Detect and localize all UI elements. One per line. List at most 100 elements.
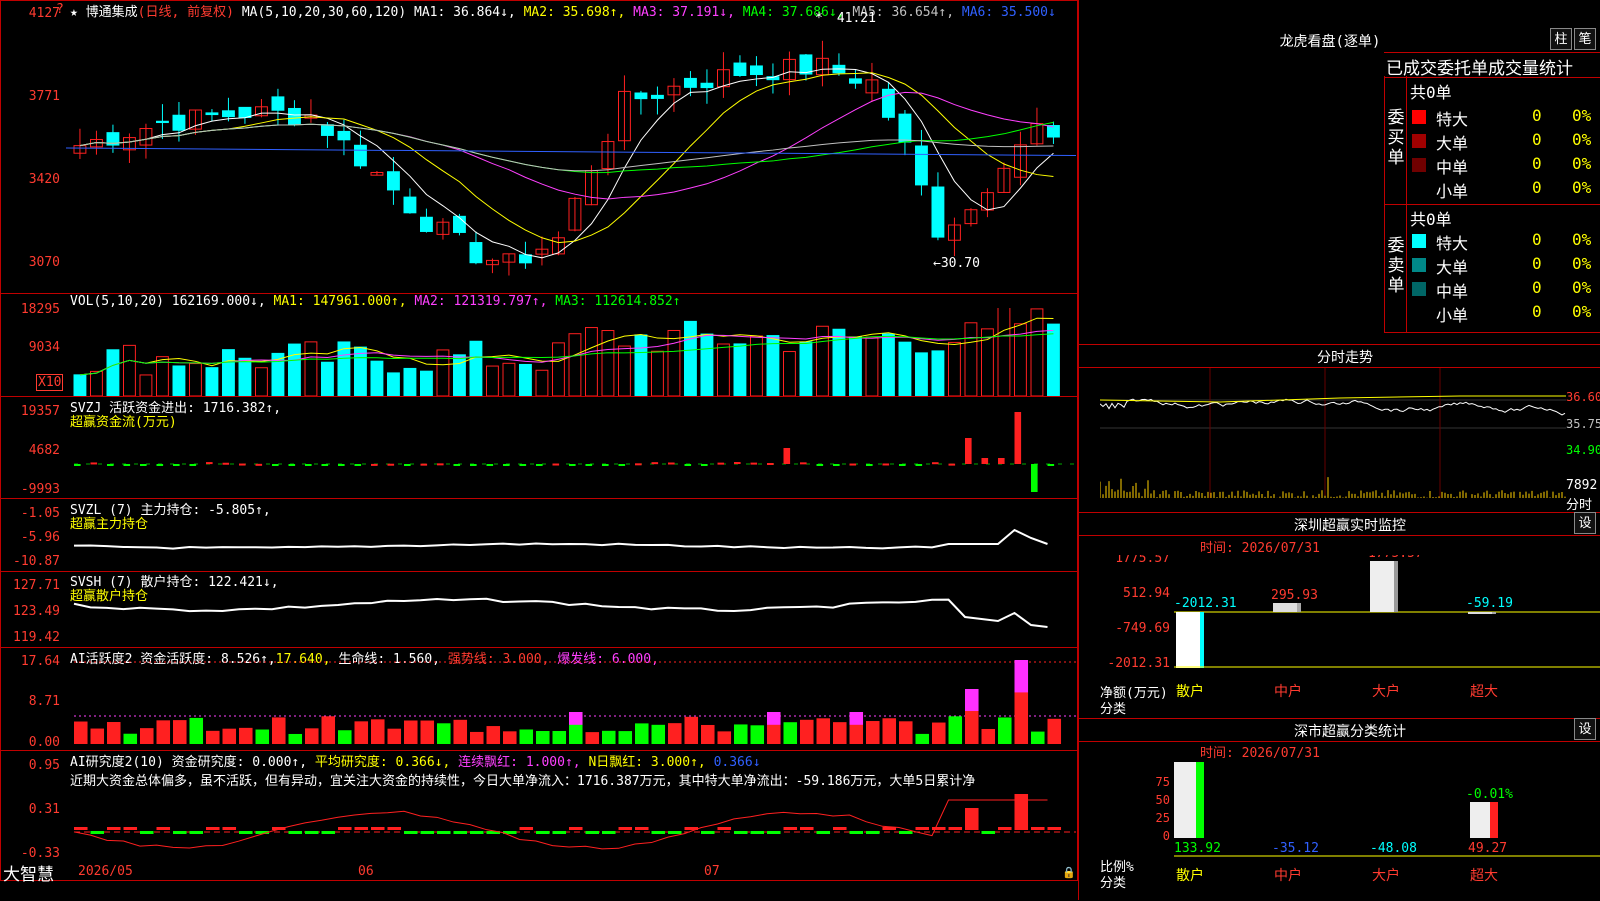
- order-count: 0: [1532, 130, 1542, 149]
- research-bar: [470, 831, 484, 834]
- activity-bar: [651, 724, 666, 744]
- ai2-research: AI研究度2(10) 资金研究度: 0.000↑,: [70, 755, 308, 770]
- ai2-axis-label: 0.31: [28, 802, 60, 817]
- tick-view-button[interactable]: 笔: [1574, 28, 1596, 50]
- flow-bar: [635, 463, 642, 466]
- flow-bar: [354, 464, 362, 466]
- flow-bar: [255, 463, 263, 466]
- activity-bar: [948, 716, 963, 744]
- ai-research-chart[interactable]: [66, 790, 1076, 878]
- svsh-axis-label: 127.71: [13, 578, 60, 593]
- activity-bar: [272, 717, 286, 744]
- classify-settings-button[interactable]: 设: [1574, 718, 1596, 740]
- order-level-name: 特大: [1436, 110, 1469, 129]
- activity-bar: [734, 724, 748, 744]
- activity-bar: [833, 722, 847, 744]
- volume-bar: [519, 363, 532, 396]
- svzl-axis-label: -5.96: [20, 530, 60, 545]
- order-percent: 0%: [1572, 230, 1592, 249]
- order-level-name: 特大: [1436, 234, 1469, 253]
- level-swatch: [1412, 158, 1426, 172]
- volume-bar: [106, 349, 120, 396]
- sell-total: 共0单: [1410, 210, 1452, 229]
- level-swatch: [1412, 282, 1426, 296]
- fund-flow-chart[interactable]: [66, 400, 1076, 498]
- research-bar: [998, 827, 1012, 830]
- research-bar: [552, 831, 567, 834]
- activity-bar: [206, 730, 220, 744]
- research-bar: [618, 827, 633, 830]
- svsh-axis-label: 123.49: [13, 604, 60, 619]
- monitor-settings-button[interactable]: 设: [1574, 512, 1596, 534]
- flow-bar: [107, 464, 114, 466]
- flow-bar: [1014, 412, 1022, 464]
- flow-bar: [156, 464, 164, 466]
- candle-body: [354, 144, 367, 167]
- volume-bar: [469, 340, 483, 396]
- vol-ma2: MA2: 121319.797↑,: [414, 294, 548, 309]
- menu-icon[interactable]: ?: [56, 2, 64, 17]
- research-bar: [74, 827, 88, 830]
- volume-bar: [486, 365, 499, 396]
- bar-view-button[interactable]: 柱: [1550, 28, 1572, 50]
- candle-body: [1047, 125, 1060, 138]
- volume-bar: [766, 335, 780, 396]
- monitor-value: -2012.31: [1174, 596, 1237, 611]
- order-level-name: 中单: [1436, 282, 1469, 301]
- flow-bar: [470, 464, 477, 466]
- monitor-value: -59.19: [1466, 596, 1513, 611]
- candle-body: [469, 242, 483, 264]
- volume-bar: [733, 343, 747, 396]
- research-bar: [635, 827, 649, 830]
- flow-bar: [222, 462, 230, 465]
- flow-bar: [140, 464, 147, 466]
- volume-bar: [931, 350, 945, 396]
- fenshi-vol-label: 7892: [1566, 478, 1598, 493]
- candle-body: [453, 215, 466, 233]
- research-bar: [602, 831, 616, 834]
- volume-chart[interactable]: [66, 308, 1076, 396]
- volume-bar: [882, 333, 895, 396]
- svsh-axis-label: 119.42: [13, 630, 60, 645]
- order-count: 0: [1532, 278, 1542, 297]
- candle-body: [915, 145, 928, 186]
- monitor-bar-edge: [1297, 603, 1301, 612]
- activity-bar: [239, 727, 253, 744]
- candlestick-chart[interactable]: [66, 14, 1076, 292]
- flow-bar: [437, 463, 444, 466]
- main-position-chart[interactable]: [66, 500, 1076, 570]
- ai-activity-chart[interactable]: [66, 660, 1076, 748]
- price-axis-label: 3420: [28, 172, 60, 187]
- fenshi-title: 分时走势: [1317, 350, 1373, 366]
- classify-bar-chart[interactable]: 75 50 25 0 -0.01% 133.92 -35.12 -48.08 49.27 散户 中户…: [1078, 760, 1600, 900]
- intraday-chart[interactable]: [1100, 368, 1566, 508]
- research-bar: [519, 827, 534, 830]
- flow-bar: [701, 464, 708, 466]
- volume-bar: [783, 351, 796, 396]
- order-percent: 0%: [1572, 278, 1592, 297]
- volume-bar: [90, 370, 103, 396]
- ai2-continuous: 连续飘红: 1.000↑,: [458, 755, 581, 770]
- volume-bar: [304, 341, 318, 396]
- flow-bar: [321, 464, 329, 466]
- candle-body: [684, 77, 697, 88]
- volume-bar: [1047, 323, 1060, 396]
- flow-bar: [519, 464, 527, 466]
- lock-icon[interactable]: 🔒: [1062, 866, 1076, 879]
- research-bar: [651, 831, 666, 834]
- vol-title: VOL(5,10,20): [70, 294, 164, 309]
- retail-position-chart[interactable]: [66, 573, 1076, 646]
- classify-top-label: -0.01%: [1466, 787, 1513, 802]
- volume-bar: [370, 360, 384, 396]
- vol-header: VOL(5,10,20) 162169.000↓, MA1: 147961.00…: [70, 294, 681, 309]
- research-bar: [305, 831, 319, 834]
- price-axis-label: 3070: [28, 255, 60, 270]
- date-label: 06: [358, 864, 374, 879]
- activity-bar: [750, 725, 765, 744]
- monitor-title: 深圳超赢实时监控: [1294, 518, 1406, 534]
- level-swatch: [1412, 110, 1426, 124]
- activity-bar: [1031, 731, 1045, 744]
- flow-bar: [387, 463, 395, 466]
- candle-body: [403, 196, 417, 214]
- activity-bar: [189, 717, 204, 744]
